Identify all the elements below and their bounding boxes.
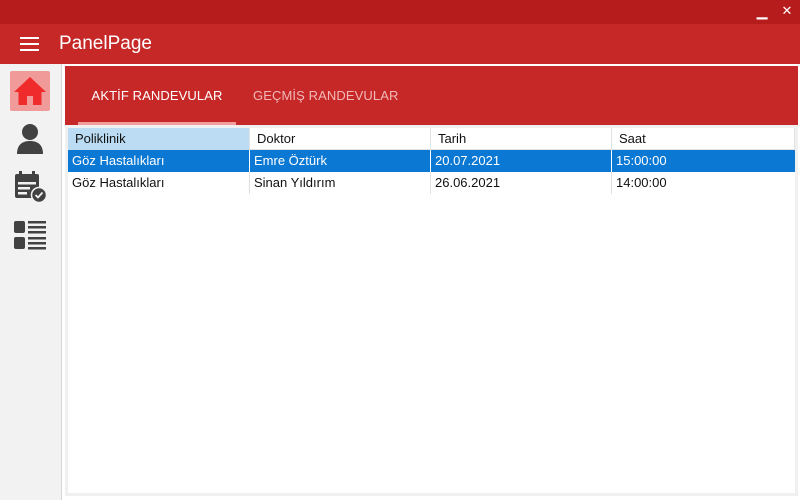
home-icon — [14, 77, 46, 105]
table-cell: 26.06.2021 — [431, 172, 612, 194]
column-header-doktor[interactable]: Doktor — [250, 128, 431, 150]
sidebar-item-profile[interactable] — [10, 119, 50, 159]
table-cell: Sinan Yıldırım — [250, 172, 431, 194]
main-content: AKTİF RANDEVULAR GEÇMİŞ RANDEVULAR Polik… — [65, 66, 798, 496]
column-header-saat[interactable]: Saat — [612, 128, 795, 150]
close-icon[interactable]: ✕ — [777, 2, 797, 22]
app-bar: PanelPage — [0, 24, 800, 64]
column-header-tarih[interactable]: Tarih — [431, 128, 612, 150]
user-icon — [17, 124, 43, 154]
table-cell: 14:00:00 — [616, 175, 667, 190]
calendar-check-icon — [15, 171, 47, 203]
table-cell: 15:00:00 — [616, 153, 667, 168]
sidebar-item-home[interactable] — [10, 71, 50, 111]
tab-active-appointments[interactable]: AKTİF RANDEVULAR — [78, 66, 236, 125]
title-bar: ▁ ✕ — [0, 0, 800, 24]
tab-past-appointments[interactable]: GEÇMİŞ RANDEVULAR — [253, 66, 398, 125]
list-icon — [14, 221, 46, 250]
table-row[interactable]: Göz Hastalıkları Sinan Yıldırım 26.06.20… — [68, 172, 795, 194]
minimize-icon[interactable]: ▁ — [752, 2, 772, 22]
table-cell: Emre Öztürk — [250, 150, 431, 172]
table-cell: Göz Hastalıkları — [68, 150, 250, 172]
table-header: Poliklinik Doktor Tarih Saat — [68, 128, 795, 150]
table-row[interactable]: Göz Hastalıkları Emre Öztürk 20.07.2021 … — [68, 150, 795, 172]
sidebar-item-appointments[interactable] — [10, 167, 50, 207]
tab-bar: AKTİF RANDEVULAR GEÇMİŞ RANDEVULAR — [65, 66, 798, 125]
appointments-table: Poliklinik Doktor Tarih Saat Göz Hastalı… — [68, 128, 795, 493]
hamburger-menu-icon[interactable] — [20, 36, 39, 52]
table-cell: 20.07.2021 — [431, 150, 612, 172]
sidebar-item-records[interactable] — [10, 215, 50, 255]
app-title: PanelPage — [59, 33, 152, 54]
column-header-poliklinik[interactable]: Poliklinik — [68, 128, 250, 150]
sidebar — [0, 64, 62, 500]
table-cell: Göz Hastalıkları — [68, 172, 250, 194]
